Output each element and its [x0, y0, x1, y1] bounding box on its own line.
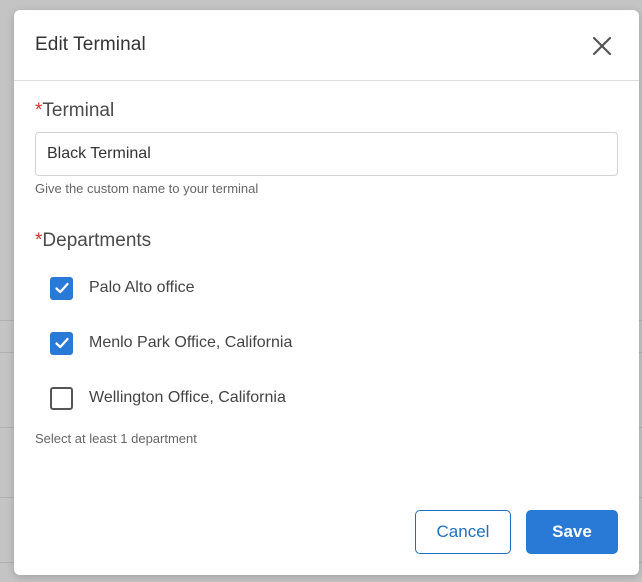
- save-button[interactable]: Save: [526, 510, 618, 554]
- department-checkbox-menlo-park[interactable]: Menlo Park Office, California: [50, 331, 292, 355]
- departments-label: *Departments: [35, 230, 151, 252]
- departments-label-text: Departments: [42, 230, 152, 251]
- checkmark-icon: [54, 337, 69, 349]
- close-button[interactable]: [588, 32, 616, 60]
- terminal-hint: Give the custom name to your terminal: [35, 181, 259, 196]
- department-label: Palo Alto office: [89, 279, 195, 296]
- edit-terminal-dialog: Edit Terminal *Terminal Give the custom …: [14, 10, 639, 575]
- department-checkbox-palo-alto[interactable]: Palo Alto office: [50, 276, 195, 300]
- dialog-title: Edit Terminal: [35, 34, 146, 55]
- checkmark-icon: [54, 282, 69, 294]
- terminal-label-text: Terminal: [42, 100, 115, 121]
- checkbox-unchecked[interactable]: [50, 386, 73, 410]
- cancel-button[interactable]: Cancel: [415, 510, 511, 554]
- department-checkbox-wellington[interactable]: Wellington Office, California: [50, 386, 286, 410]
- terminal-name-input[interactable]: [35, 132, 618, 176]
- close-icon: [592, 36, 612, 56]
- checkbox-checked[interactable]: [50, 331, 73, 355]
- checkbox-checked[interactable]: [50, 276, 73, 300]
- department-label: Menlo Park Office, California: [89, 334, 293, 351]
- terminal-label: *Terminal: [35, 100, 114, 122]
- dialog-header: Edit Terminal: [14, 10, 639, 81]
- departments-hint: Select at least 1 department: [35, 431, 197, 446]
- department-label: Wellington Office, California: [89, 389, 286, 406]
